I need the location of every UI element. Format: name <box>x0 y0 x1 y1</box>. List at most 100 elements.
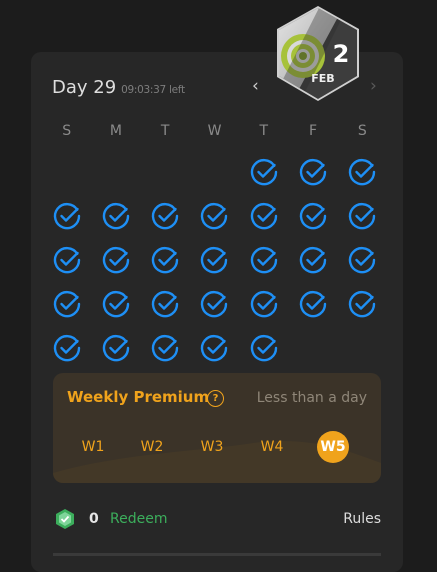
calendar-day-checked[interactable] <box>338 194 387 238</box>
calendar-day-checked[interactable] <box>141 194 190 238</box>
day-title: Day 29 <box>52 77 117 98</box>
calendar-day-checked[interactable] <box>42 326 91 370</box>
check-circle-icon <box>53 334 80 362</box>
check-circle-icon <box>299 290 327 318</box>
calendar-day-checked[interactable] <box>42 238 91 282</box>
points-count: 0 <box>89 511 99 527</box>
check-circle-icon <box>250 202 277 230</box>
calendar-day-checked[interactable] <box>338 238 387 282</box>
check-circle-icon <box>102 334 130 362</box>
check-circle-icon <box>250 246 277 274</box>
time-left: 09:03:37 left <box>121 84 185 96</box>
badge-day: 2 <box>333 40 350 68</box>
check-circle-icon <box>102 246 130 274</box>
check-circle-icon <box>102 202 130 230</box>
calendar-day-checked[interactable] <box>288 282 337 326</box>
calendar-grid <box>42 150 387 370</box>
week-5-pill[interactable]: W5 <box>317 431 349 463</box>
check-circle-icon <box>201 334 228 362</box>
weekday-label: T <box>259 123 269 139</box>
week-3-pill[interactable]: W3 <box>196 431 228 463</box>
calendar-day-checked[interactable] <box>239 238 288 282</box>
help-icon[interactable]: ? <box>207 390 224 407</box>
calendar-day-checked[interactable] <box>190 282 239 326</box>
check-circle-icon <box>201 202 228 230</box>
calendar-day-checked[interactable] <box>288 194 337 238</box>
check-circle-icon <box>299 202 327 230</box>
month-badge: 2 FEB <box>277 6 359 101</box>
chevron-right-icon[interactable]: › <box>370 76 377 96</box>
calendar-week-row <box>42 326 387 370</box>
calendar-day-checked[interactable] <box>288 238 337 282</box>
check-circle-icon <box>201 290 228 318</box>
weekday-label: M <box>109 123 122 139</box>
check-circle-icon <box>349 246 376 274</box>
check-circle-icon <box>152 334 179 362</box>
weekly-premium-card: Weekly Premium ? Less than a day W1 W2 W3 W… <box>53 373 381 483</box>
weekday-header: SMTWTFS <box>42 123 387 139</box>
footer-bar: 0 Redeem Rules <box>54 507 381 533</box>
check-circle-icon <box>152 202 179 230</box>
calendar-day-checked[interactable] <box>239 326 288 370</box>
chevron-left-icon[interactable]: ‹ <box>252 76 259 96</box>
calendar-day-checked[interactable] <box>91 238 140 282</box>
calendar-day-checked[interactable] <box>190 238 239 282</box>
calendar-day-empty <box>141 150 190 194</box>
calendar-day-checked[interactable] <box>141 326 190 370</box>
calendar-day-checked[interactable] <box>141 238 190 282</box>
week-4-pill[interactable]: W4 <box>256 431 288 463</box>
weekday-label: S <box>357 123 367 139</box>
calendar-day-checked[interactable] <box>141 282 190 326</box>
weekday-label: T <box>160 123 170 139</box>
calendar-day-checked[interactable] <box>338 150 387 194</box>
check-circle-icon <box>152 246 179 274</box>
check-circle-icon <box>299 158 327 186</box>
calendar-day-checked[interactable] <box>91 326 140 370</box>
check-circle-icon <box>53 290 80 318</box>
calendar-day-checked[interactable] <box>42 194 91 238</box>
weekday-label: W <box>207 123 222 139</box>
gem-icon <box>56 509 74 529</box>
calendar-day-checked[interactable] <box>42 282 91 326</box>
badge-month: FEB <box>311 72 334 85</box>
check-circle-icon <box>201 246 228 274</box>
weekday-label: F <box>309 123 318 139</box>
rules-link[interactable]: Rules <box>343 511 381 527</box>
check-circle-icon <box>102 290 130 318</box>
check-circle-icon <box>250 334 277 362</box>
premium-title: Weekly Premium <box>67 388 210 406</box>
week-2-pill[interactable]: W2 <box>136 431 168 463</box>
calendar-week-row <box>42 238 387 282</box>
calendar-day-checked[interactable] <box>91 194 140 238</box>
calendar-day-empty <box>91 150 140 194</box>
check-circle-icon <box>349 290 376 318</box>
check-circle-icon <box>250 290 277 318</box>
check-circle-icon <box>53 246 80 274</box>
calendar-day-checked[interactable] <box>190 194 239 238</box>
calendar-day-checked[interactable] <box>239 282 288 326</box>
calendar-day-checked[interactable] <box>91 282 140 326</box>
week-1-pill[interactable]: W1 <box>77 431 109 463</box>
calendar-day-checked[interactable] <box>190 326 239 370</box>
calendar-week-row <box>42 282 387 326</box>
calendar-day-empty <box>338 326 387 370</box>
calendar-day-checked[interactable] <box>239 194 288 238</box>
check-circle-icon <box>250 158 277 186</box>
calendar-day-empty <box>190 150 239 194</box>
week-list: W1 W2 W3 W4 W5 <box>67 431 367 463</box>
check-circle-icon <box>299 246 327 274</box>
calendar-day-checked[interactable] <box>239 150 288 194</box>
redeem-link[interactable]: Redeem <box>110 511 167 527</box>
premium-status: Less than a day <box>256 390 367 406</box>
weekday-label: S <box>62 123 72 139</box>
calendar-day-empty <box>288 326 337 370</box>
calendar-day-checked[interactable] <box>288 150 337 194</box>
calendar-week-row <box>42 150 387 194</box>
calendar-day-checked[interactable] <box>338 282 387 326</box>
calendar-day-empty <box>42 150 91 194</box>
check-circle-icon <box>349 158 376 186</box>
check-circle-icon <box>152 290 179 318</box>
check-circle-icon <box>53 202 80 230</box>
check-circle-icon <box>349 202 376 230</box>
day-header: Day 29 09:03:37 left <box>52 77 185 98</box>
